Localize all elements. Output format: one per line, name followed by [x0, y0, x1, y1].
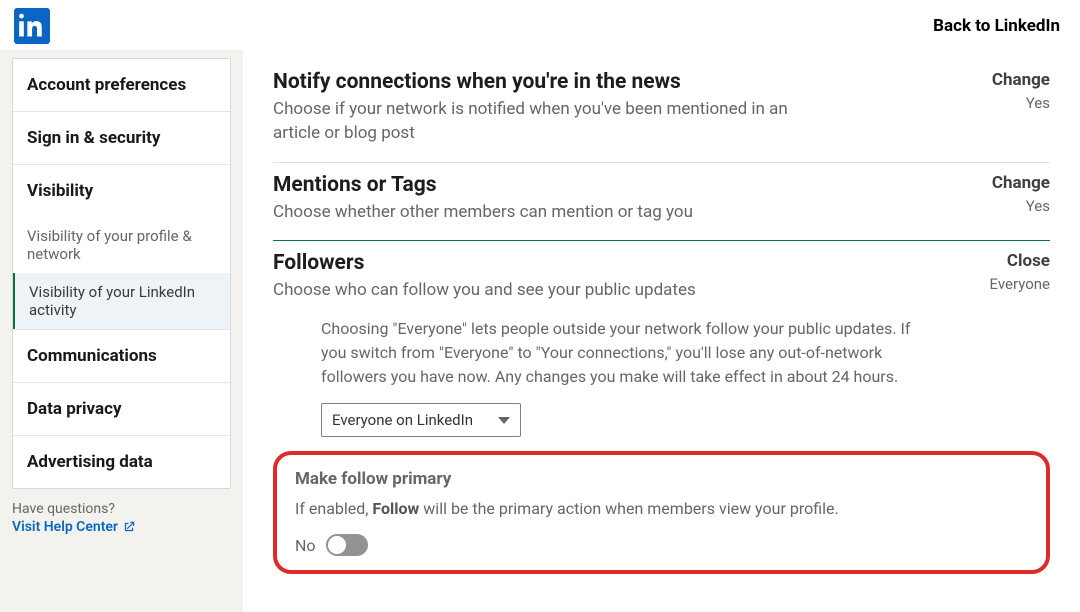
chevron-down-icon: [498, 417, 510, 424]
settings-sidebar: Account preferences Sign in & security V…: [0, 50, 243, 612]
sidebar-sub-profile-network[interactable]: Visibility of your profile & network: [13, 217, 230, 273]
linkedin-icon: [18, 12, 46, 40]
setting-news-desc: Choose if your network is notified when …: [273, 98, 833, 146]
make-follow-primary-desc: If enabled, Follow will be the primary a…: [295, 497, 895, 520]
sidebar-card: Account preferences Sign in & security V…: [12, 58, 231, 489]
setting-mentions-title: Mentions or Tags: [273, 173, 693, 197]
setting-news-change[interactable]: Change: [992, 70, 1050, 90]
back-to-linkedin-link[interactable]: Back to LinkedIn: [933, 16, 1060, 36]
toggle-label: No: [295, 536, 316, 555]
sidebar-item-advertising[interactable]: Advertising data: [13, 436, 230, 488]
make-follow-primary-title: Make follow primary: [295, 469, 1028, 489]
setting-followers: Followers Choose who can follow you and …: [273, 241, 1050, 590]
setting-followers-value: Everyone: [990, 275, 1050, 293]
sidebar-item-account[interactable]: Account preferences: [13, 59, 230, 112]
followers-select-value: Everyone on LinkedIn: [332, 411, 473, 429]
sidebar-sub-activity[interactable]: Visibility of your LinkedIn activity: [13, 273, 230, 329]
setting-news-value: Yes: [992, 94, 1050, 112]
setting-followers-close[interactable]: Close: [990, 251, 1050, 271]
external-link-icon: [122, 520, 136, 534]
setting-news-title: Notify connections when you're in the ne…: [273, 70, 833, 94]
setting-mentions-change[interactable]: Change: [992, 173, 1050, 193]
setting-mentions: Mentions or Tags Choose whether other me…: [273, 163, 1050, 242]
setting-followers-title: Followers: [273, 251, 696, 275]
sidebar-item-communications[interactable]: Communications: [13, 330, 230, 383]
settings-content: Notify connections when you're in the ne…: [243, 50, 1080, 612]
setting-mentions-desc: Choose whether other members can mention…: [273, 201, 693, 225]
visit-help-center-link[interactable]: Visit Help Center: [12, 519, 136, 535]
make-follow-primary-box: Make follow primary If enabled, Follow w…: [273, 451, 1050, 574]
sidebar-item-visibility[interactable]: Visibility: [13, 165, 230, 217]
setting-followers-desc: Choose who can follow you and see your p…: [273, 279, 696, 303]
setting-mentions-value: Yes: [992, 197, 1050, 215]
followers-audience-select[interactable]: Everyone on LinkedIn: [321, 403, 521, 437]
make-follow-primary-toggle[interactable]: [326, 534, 368, 556]
sidebar-item-data-privacy[interactable]: Data privacy: [13, 383, 230, 436]
setting-news: Notify connections when you're in the ne…: [273, 60, 1050, 163]
linkedin-logo[interactable]: [14, 8, 50, 44]
have-questions-label: Have questions?: [12, 501, 231, 517]
toggle-knob: [328, 536, 346, 554]
help-center-label: Visit Help Center: [12, 519, 118, 535]
followers-explain-text: Choosing "Everyone" lets people outside …: [321, 317, 921, 389]
sidebar-item-signin[interactable]: Sign in & security: [13, 112, 230, 165]
